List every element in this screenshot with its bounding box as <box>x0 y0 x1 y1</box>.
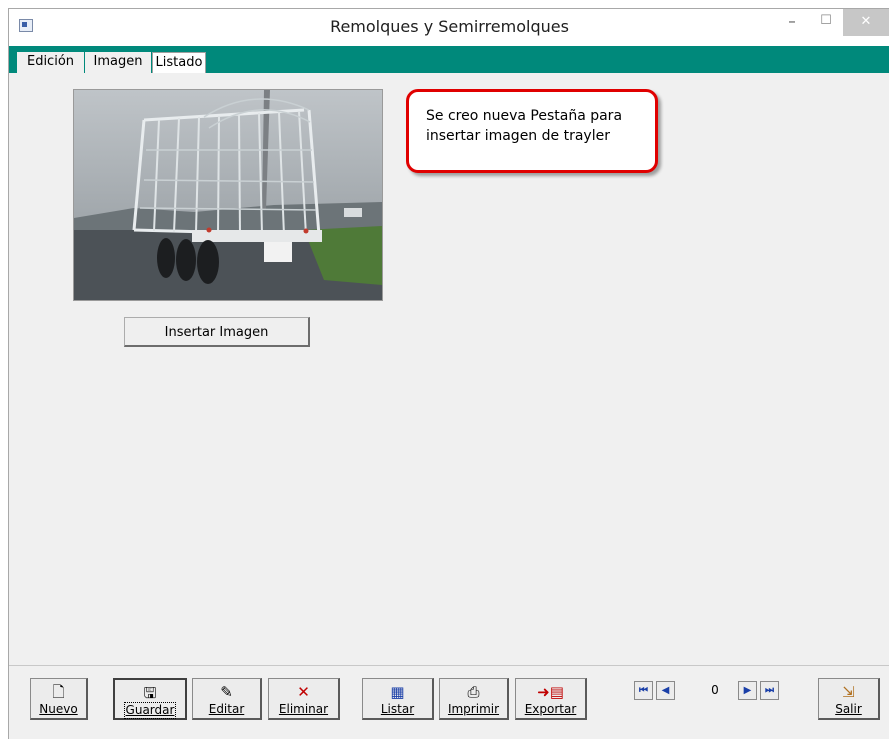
bottom-toolbar: 🗋 Nuevo 🖫 Guardar ✎ Editar ✕ Eliminar ▦ … <box>9 665 889 728</box>
application-window: Remolques y Semirremolques – ☐ ✕ Edición… <box>8 8 889 739</box>
tab-imagen[interactable]: Imagen <box>85 52 151 73</box>
close-button[interactable]: ✕ <box>843 9 889 36</box>
previous-record-button[interactable]: ◀ <box>656 681 675 700</box>
record-number[interactable]: 0 <box>697 681 733 700</box>
trailer-photo <box>73 89 383 301</box>
eliminar-label: Eliminar <box>278 702 329 716</box>
tab-edicion[interactable]: Edición <box>17 52 84 73</box>
callout-line-1: Se creo nueva Pestaña para <box>426 108 623 124</box>
new-document-icon: 🗋 <box>52 683 65 701</box>
exportar-label: Exportar <box>524 702 577 716</box>
window-title: Remolques y Semirremolques <box>330 17 569 36</box>
printer-icon: ⎙ <box>467 683 480 701</box>
listar-button[interactable]: ▦ Listar <box>362 678 434 720</box>
exit-door-icon: ⇲ <box>842 683 855 701</box>
guardar-button[interactable]: 🖫 Guardar <box>113 678 187 720</box>
minimize-button[interactable]: – <box>779 9 805 36</box>
guardar-label: Guardar <box>123 702 177 719</box>
next-record-button[interactable]: ▶ <box>738 681 757 700</box>
maximize-button[interactable]: ☐ <box>813 9 839 36</box>
edit-icon: ✎ <box>220 683 233 701</box>
editar-label: Editar <box>208 702 245 716</box>
insert-image-button[interactable]: Insertar Imagen <box>124 317 310 347</box>
save-icon: 🖫 <box>143 684 157 702</box>
export-icon: ➜▤ <box>537 683 564 701</box>
last-record-button[interactable]: ⏭ <box>760 681 779 700</box>
nuevo-label: Nuevo <box>39 702 78 716</box>
salir-button[interactable]: ⇲ Salir <box>818 678 880 720</box>
imprimir-label: Imprimir <box>447 702 500 716</box>
delete-icon: ✕ <box>297 683 310 701</box>
callout-line-2: insertar imagen de trayler <box>426 128 610 144</box>
title-bar: Remolques y Semirremolques – ☐ ✕ <box>9 9 889 46</box>
listar-label: Listar <box>380 702 415 716</box>
imprimir-button[interactable]: ⎙ Imprimir <box>439 678 509 720</box>
trailer-image <box>74 90 382 300</box>
calendar-list-icon: ▦ <box>390 683 405 701</box>
first-record-button[interactable]: ⏮ <box>634 681 653 700</box>
annotation-callout: Se creo nueva Pestaña para insertar imag… <box>406 89 658 173</box>
salir-label: Salir <box>835 702 862 716</box>
nuevo-button[interactable]: 🗋 Nuevo <box>30 678 88 720</box>
exportar-button[interactable]: ➜▤ Exportar <box>515 678 587 720</box>
eliminar-button[interactable]: ✕ Eliminar <box>268 678 340 720</box>
tab-listado[interactable]: Listado <box>152 52 206 73</box>
editar-button[interactable]: ✎ Editar <box>192 678 262 720</box>
